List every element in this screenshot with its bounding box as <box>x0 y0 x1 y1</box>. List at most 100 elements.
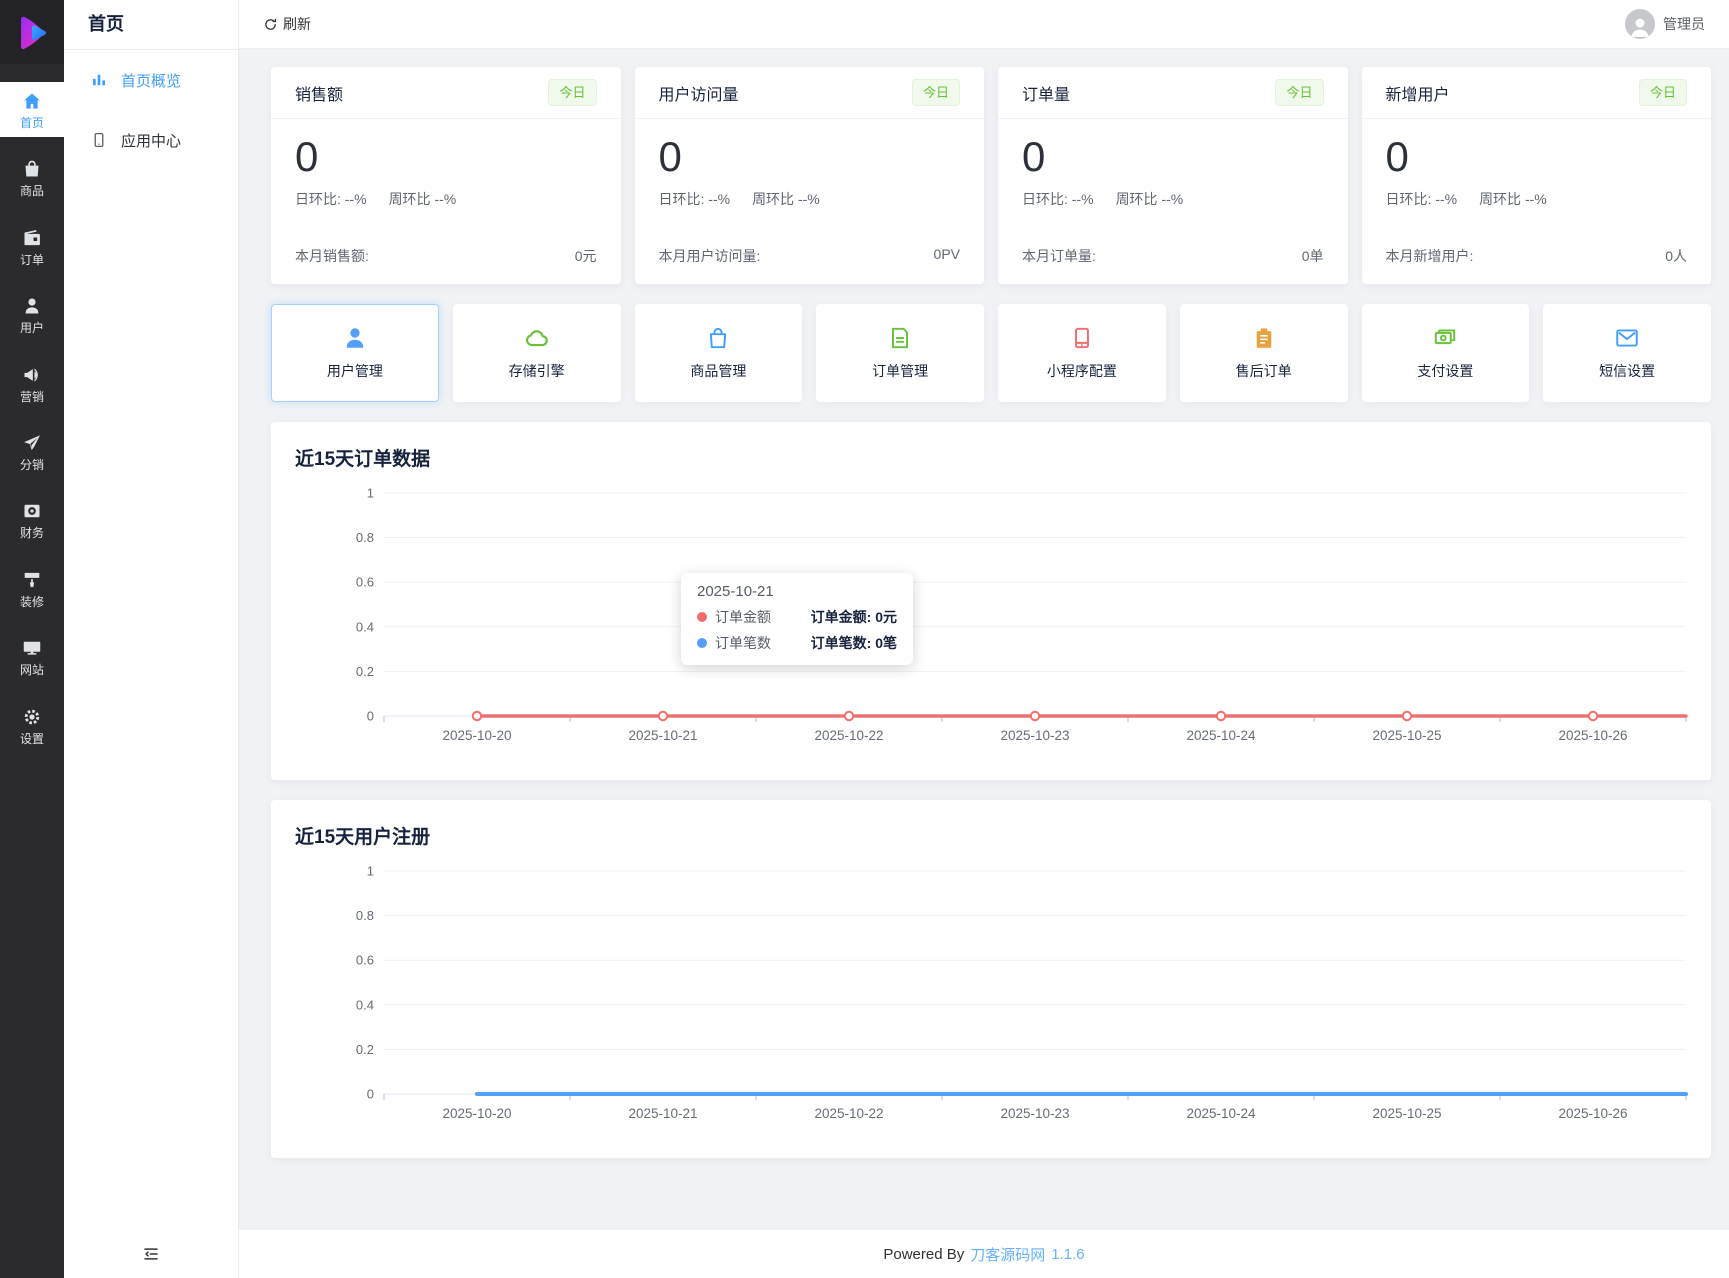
svg-text:0.8: 0.8 <box>356 908 374 923</box>
series-dot-icon <box>697 612 707 622</box>
day-ratio: 日环比: --% <box>1385 191 1458 208</box>
avatar <box>1625 9 1655 39</box>
shortcut-order-manage[interactable]: 订单管理 <box>816 304 984 402</box>
shortcut-mini-program[interactable]: 小程序配置 <box>998 304 1166 402</box>
stat-card-visits: 用户访问量 今日 0 日环比: --% 周环比 --% 本月用户访问量: 0PV <box>634 67 985 284</box>
stat-card-body: 0 日环比: --% 周环比 --% 本月用户访问量: 0PV <box>635 119 985 284</box>
sidebar-item-orders[interactable]: 订单 <box>0 219 64 274</box>
stat-month-label: 本月新增用户: <box>1385 248 1474 264</box>
icon-rail: 首页商品订单用户营销分销财务装修网站设置 <box>0 0 64 1278</box>
sidebar-item-label: 用户 <box>19 321 44 336</box>
sidebar-item-label: 首页 <box>19 116 44 130</box>
submenu-item-label: 应用中心 <box>121 132 182 150</box>
shortcut-storage[interactable]: 存储引擎 <box>452 304 621 402</box>
sidebar-item-home[interactable]: 首页 <box>0 82 64 138</box>
mail-icon <box>1614 325 1640 351</box>
sidebar-item-settings[interactable]: 设置 <box>0 698 64 753</box>
week-ratio: 周环比 --% <box>1115 191 1184 208</box>
sidebar-item-goods[interactable]: 商品 <box>0 150 64 205</box>
stat-month-row: 本月用户访问量: 0PV <box>659 246 961 266</box>
submenu-item-app-center[interactable]: 应用中心 <box>64 110 238 170</box>
bag-icon <box>22 159 42 179</box>
svg-text:2025-10-25: 2025-10-25 <box>1372 1106 1441 1121</box>
submenu-item-label: 首页概览 <box>121 72 182 90</box>
orders-chart-card: 近15天订单数据 0 0.2 0.4 0.6 0.8 1 2025-10-20 2025-10… <box>271 422 1711 780</box>
sidebar-item-marketing[interactable]: 营销 <box>0 356 64 411</box>
svg-text:0: 0 <box>367 709 374 724</box>
stat-card-sales: 销售额 今日 0 日环比: --% 周环比 --% 本月销售额: 0元 <box>271 67 621 284</box>
powered-by-text: Powered By <box>883 1245 965 1263</box>
person-icon <box>1631 18 1649 37</box>
app-logo[interactable] <box>0 0 64 64</box>
brand-link[interactable]: 刀客源码网 <box>970 1244 1045 1265</box>
stat-month-row: 本月销售额: 0元 <box>295 246 597 266</box>
shortcut-goods-manage[interactable]: 商品管理 <box>634 304 803 402</box>
sidebar-item-users[interactable]: 用户 <box>0 287 64 342</box>
plane-icon <box>22 433 42 453</box>
stat-ratios: 日环比: --% 周环比 --% <box>1022 189 1324 209</box>
registrations-chart-title: 近15天用户注册 <box>295 827 431 848</box>
week-ratio: 周环比 --% <box>388 191 457 208</box>
order-icon <box>22 228 42 248</box>
series-dot-icon <box>697 638 707 648</box>
today-badge: 今日 <box>1638 79 1687 106</box>
gear-icon <box>22 707 42 727</box>
stat-value: 0 <box>658 133 682 180</box>
submenu-nav: 首页概览 应用中心 <box>64 50 238 170</box>
stat-ratios: 日环比: --% 周环比 --% <box>659 189 961 209</box>
stat-month-value: 0单 <box>1301 248 1324 264</box>
stat-card-header: 订单量 今日 <box>998 67 1348 119</box>
tooltip-series-value: 订单笔数: 0笔 <box>810 635 897 651</box>
collapse-sidebar-button[interactable] <box>64 1230 238 1278</box>
sidebar-item-distribution[interactable]: 分销 <box>0 424 64 479</box>
stat-card-body: 0 日环比: --% 周环比 --% 本月订单量: 0单 <box>998 119 1348 284</box>
admin-menu[interactable]: 管理员 <box>1625 9 1705 39</box>
sidebar-item-finance[interactable]: 财务 <box>0 492 64 547</box>
svg-text:0.2: 0.2 <box>356 664 374 679</box>
shortcut-payment[interactable]: 支付设置 <box>1361 304 1530 402</box>
stat-value: 0 <box>295 133 319 180</box>
shortcut-label: 小程序配置 <box>1046 363 1117 379</box>
tooltip-row: 订单金额 订单金额: 0元 <box>697 607 897 627</box>
money-frame-icon <box>22 501 42 521</box>
svg-text:2025-10-25: 2025-10-25 <box>1372 728 1441 743</box>
svg-text:0.6: 0.6 <box>356 575 374 590</box>
refresh-icon <box>263 17 278 32</box>
shortcut-sms[interactable]: 短信设置 <box>1543 304 1711 402</box>
stat-month-value: 0PV <box>933 246 960 262</box>
svg-text:2025-10-20: 2025-10-20 <box>442 1106 511 1121</box>
svg-text:2025-10-26: 2025-10-26 <box>1558 728 1627 743</box>
stat-month-label: 本月销售额: <box>295 248 369 264</box>
today-badge: 今日 <box>1275 79 1324 106</box>
sidebar-item-website[interactable]: 网站 <box>0 629 64 684</box>
stat-ratios: 日环比: --% 周环比 --% <box>1386 189 1688 209</box>
rail-nav: 首页商品订单用户营销分销财务装修网站设置 <box>0 64 64 766</box>
shortcut-label: 订单管理 <box>872 363 929 379</box>
stat-month-value: 0元 <box>574 248 597 264</box>
bag-outline-icon <box>705 325 731 351</box>
refresh-button[interactable]: 刷新 <box>263 14 311 34</box>
svg-text:0.2: 0.2 <box>356 1042 374 1057</box>
registrations-line-chart[interactable]: 0 0.2 0.4 0.6 0.8 1 2025-10-20 2025-10-21 2025-1… <box>295 863 1688 1125</box>
stat-card-orders: 订单量 今日 0 日环比: --% 周环比 --% 本月订单量: 0单 <box>998 67 1348 284</box>
day-ratio: 日环比: --% <box>1022 191 1094 208</box>
submenu-item-overview[interactable]: 首页概览 <box>64 50 238 110</box>
dashboard-content: 销售额 今日 0 日环比: --% 周环比 --% 本月销售额: 0元 用户访问量 今日 0 日环比… <box>239 49 1729 1230</box>
paint-roller-icon <box>22 570 42 590</box>
tooltip-row: 订单笔数 订单笔数: 0笔 <box>697 633 897 653</box>
version-text: 1.1.6 <box>1051 1245 1085 1263</box>
stat-title: 新增用户 <box>1385 86 1450 104</box>
shortcut-label: 用户管理 <box>326 363 383 379</box>
svg-text:0.6: 0.6 <box>356 953 374 968</box>
stat-month-value: 0人 <box>1665 248 1687 264</box>
stat-card-header: 销售额 今日 <box>271 67 621 119</box>
svg-text:2025-10-22: 2025-10-22 <box>814 1106 883 1121</box>
shortcut-user-manage[interactable]: 用户管理 <box>271 304 439 402</box>
week-ratio: 周环比 --% <box>752 191 820 208</box>
money-icon <box>1432 325 1458 351</box>
orders-line-chart[interactable]: 00.20.40.60.812025-10-20 2025-10-21 2025-1… <box>295 485 1688 747</box>
svg-text:2025-10-20: 2025-10-20 <box>442 728 511 743</box>
sidebar-item-decorate[interactable]: 装修 <box>0 561 64 616</box>
shortcut-after-sale[interactable]: 售后订单 <box>1179 304 1348 402</box>
shortcut-label: 存储引擎 <box>508 363 565 379</box>
